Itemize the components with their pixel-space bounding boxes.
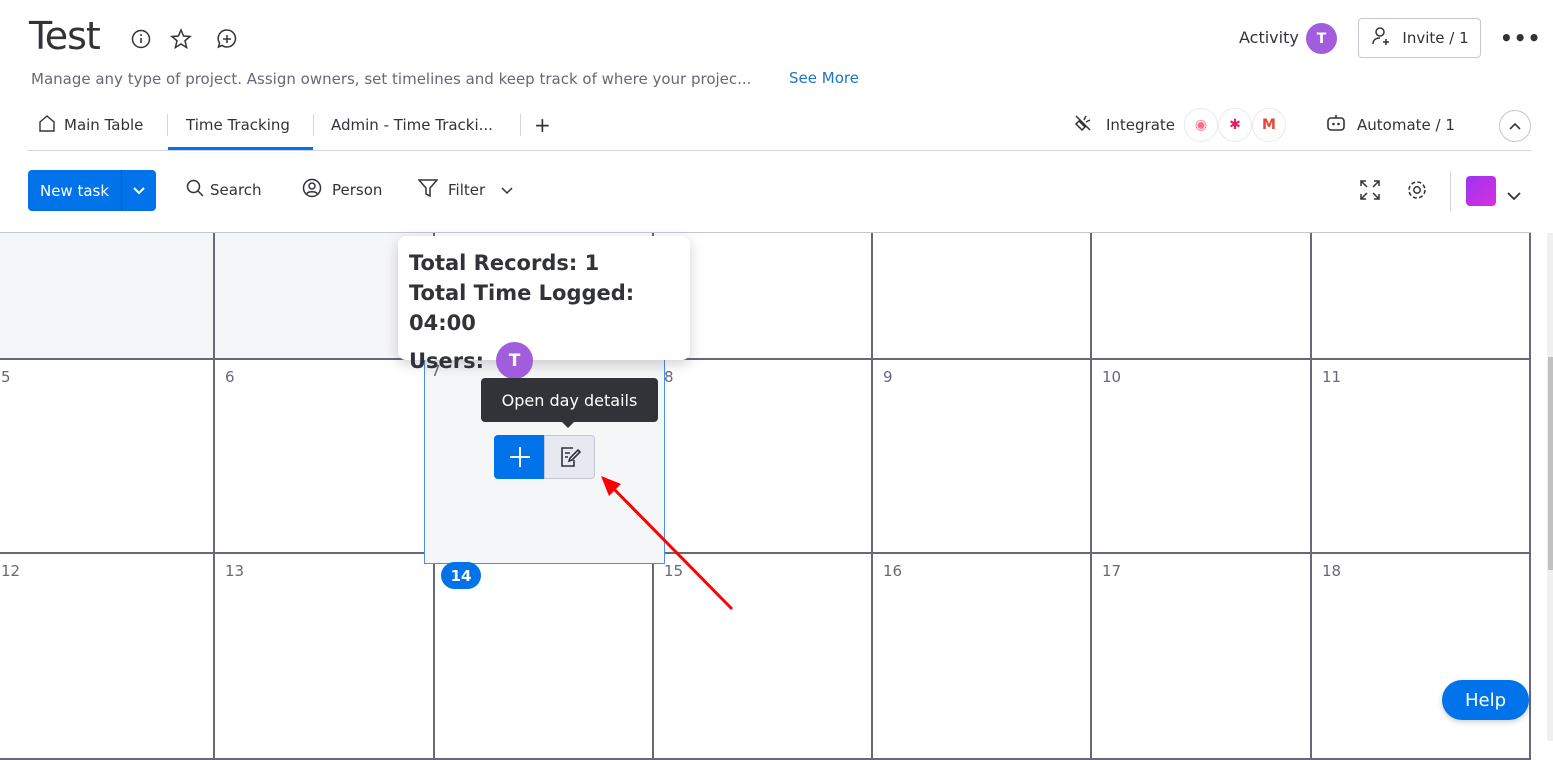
automate-button[interactable]: Automate / 1 xyxy=(1325,114,1455,136)
filter-icon xyxy=(417,178,439,202)
open-day-details-button[interactable] xyxy=(544,435,595,479)
calendar-day-cell[interactable]: 10 xyxy=(1092,360,1312,554)
tab-divider xyxy=(167,114,168,136)
collapse-header-button[interactable] xyxy=(1499,110,1531,142)
invite-button[interactable]: Invite / 1 xyxy=(1358,18,1481,58)
calendar-day-cell[interactable] xyxy=(1092,233,1312,360)
info-icon[interactable] xyxy=(130,28,152,50)
users-label: Users: xyxy=(409,348,485,373)
calendar-day-cell[interactable]: 17 xyxy=(1092,554,1312,760)
calendar-day-cell[interactable] xyxy=(873,233,1092,360)
chat-add-icon[interactable] xyxy=(216,28,238,50)
calendar-day-cell[interactable]: 12 xyxy=(0,554,215,760)
new-task-button[interactable]: New task xyxy=(28,170,156,211)
calendar-day-cell[interactable]: 5 xyxy=(0,360,215,554)
day-summary-popup: Total Records: 1 Total Time Logged: 04:0… xyxy=(398,236,690,379)
chevron-down-icon[interactable] xyxy=(1507,186,1521,205)
slack-icon: ✱ xyxy=(1218,108,1252,142)
help-button[interactable]: Help xyxy=(1442,680,1529,720)
plus-icon xyxy=(509,447,530,467)
search-button[interactable]: Search xyxy=(186,179,262,201)
day-number: 6 xyxy=(225,368,235,386)
chevron-down-icon[interactable] xyxy=(122,170,156,211)
twilio-icon: ◉ xyxy=(1184,108,1218,142)
activity-label[interactable]: Activity xyxy=(1239,28,1299,47)
calendar-day-cell[interactable]: 16 xyxy=(873,554,1092,760)
day-number: 10 xyxy=(1102,368,1122,386)
toolbar-divider xyxy=(1450,171,1451,211)
star-icon[interactable] xyxy=(170,28,192,50)
calendar-day-cell[interactable]: 11 xyxy=(1312,360,1531,554)
today-badge: 14 xyxy=(441,562,481,589)
calendar-day-cell[interactable]: 9 xyxy=(873,360,1092,554)
board-description: Manage any type of project. Assign owner… xyxy=(31,70,752,88)
day-number: 12 xyxy=(1,562,21,580)
fullscreen-icon[interactable] xyxy=(1359,179,1381,205)
day-number: 11 xyxy=(1322,368,1342,386)
calendar-day-cell[interactable] xyxy=(1312,233,1531,360)
calendar-day-cell[interactable]: 18 xyxy=(1312,554,1531,760)
user-avatar[interactable]: T xyxy=(496,342,534,379)
robot-icon xyxy=(1325,112,1347,138)
person-filter-button[interactable]: Person xyxy=(302,178,382,202)
home-icon xyxy=(38,114,56,136)
day-number: 13 xyxy=(225,562,245,580)
plug-icon xyxy=(1072,112,1094,138)
tab-divider xyxy=(313,114,314,136)
tab-main-table[interactable]: Main Table xyxy=(38,114,143,136)
day-number: 5 xyxy=(1,368,11,386)
tab-divider xyxy=(520,114,521,136)
calendar-day-cell[interactable]: 6 xyxy=(215,360,435,554)
edit-notes-icon xyxy=(560,447,581,467)
integrate-button[interactable]: Integrate xyxy=(1072,114,1175,136)
tooltip: Open day details xyxy=(481,378,658,428)
person-icon xyxy=(302,178,322,202)
tab-time-tracking[interactable]: Time Tracking xyxy=(186,114,290,136)
day-number: 9 xyxy=(883,368,893,386)
filter-button[interactable]: Filter xyxy=(417,178,513,202)
day-number: 16 xyxy=(883,562,903,580)
activity-avatar[interactable]: T xyxy=(1306,23,1337,54)
more-options-icon[interactable]: ••• xyxy=(1500,26,1541,50)
day-number: 18 xyxy=(1322,562,1342,580)
add-person-icon xyxy=(1370,25,1392,51)
scrollbar-thumb[interactable] xyxy=(1548,357,1553,570)
calendar-day-cell[interactable]: 13 xyxy=(215,554,435,760)
search-icon xyxy=(186,179,204,201)
settings-gear-icon[interactable] xyxy=(1406,179,1428,205)
add-view-button[interactable]: + xyxy=(534,113,551,137)
see-more-link[interactable]: See More xyxy=(789,69,859,87)
annotation-arrow xyxy=(601,476,734,611)
calendar-day-cell[interactable] xyxy=(0,233,215,360)
total-time-logged: Total Time Logged: 04:00 xyxy=(409,281,635,335)
day-number: 17 xyxy=(1102,562,1122,580)
add-time-entry-button[interactable] xyxy=(494,435,545,479)
board-title[interactable]: Test xyxy=(29,14,101,58)
gmail-icon: M xyxy=(1252,108,1286,142)
tabs-divider xyxy=(28,150,1531,151)
chevron-down-icon[interactable] xyxy=(501,181,513,199)
tab-admin-time-tracking[interactable]: Admin - Time Tracki... xyxy=(331,114,493,136)
time-tracking-app-icon[interactable] xyxy=(1466,176,1496,206)
total-records: Total Records: 1 xyxy=(409,251,600,275)
